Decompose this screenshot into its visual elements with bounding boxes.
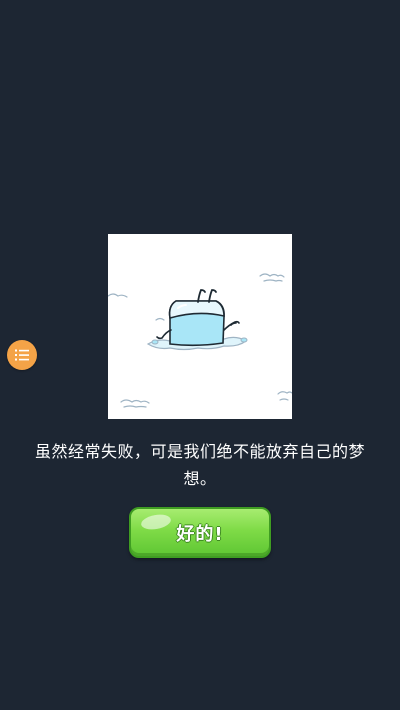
ok-button-label: 好的!: [176, 523, 224, 545]
melting-ice-cube-character: [108, 273, 292, 408]
menu-list-icon: [15, 349, 29, 361]
game-screen: 虽然经常失败，可是我们绝不能放弃自己的梦想。 好的!: [0, 0, 400, 710]
dialog-message: 虽然经常失败，可是我们绝不能放弃自己的梦想。: [34, 442, 365, 488]
button-gloss: [140, 512, 172, 532]
ok-button[interactable]: 好的!: [129, 507, 271, 558]
melting-ice-illustration: [108, 234, 292, 419]
menu-button[interactable]: [7, 340, 37, 370]
